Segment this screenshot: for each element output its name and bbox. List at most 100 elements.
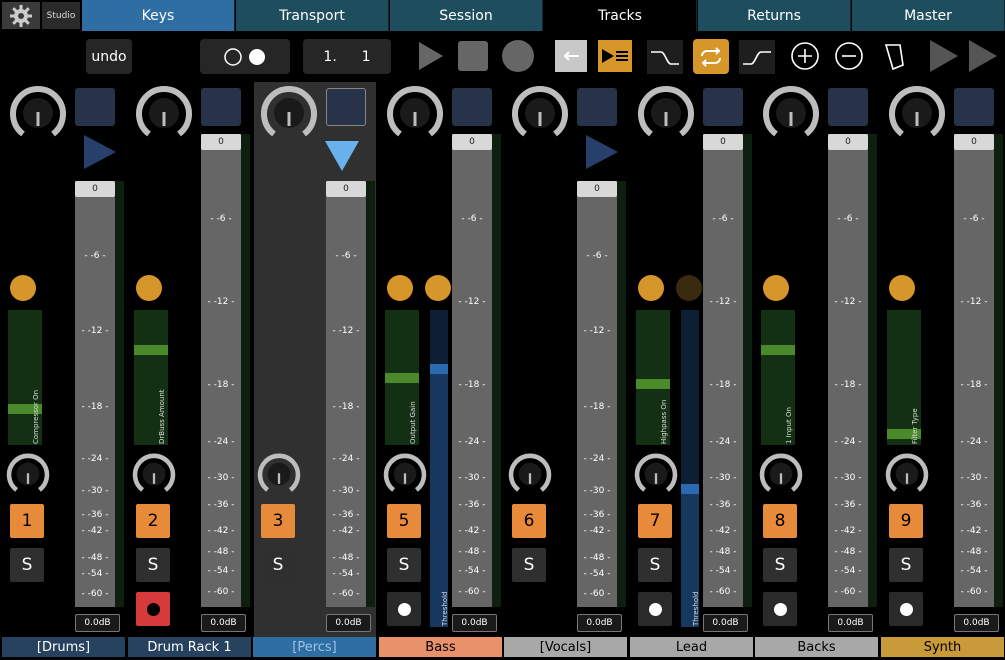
track-6-volume-fader[interactable] xyxy=(577,181,617,607)
track-5-send-knob[interactable] xyxy=(386,84,444,142)
track-6-name-label[interactable]: [Vocals] xyxy=(504,637,627,657)
fade-in-button[interactable] xyxy=(647,40,683,74)
track-1-macro-label: Compressor On xyxy=(32,389,40,444)
settings-button[interactable] xyxy=(2,2,40,29)
track-5-macro2-button[interactable] xyxy=(425,275,451,301)
track-3-pan-knob[interactable] xyxy=(257,452,301,496)
fade-out-button[interactable] xyxy=(739,40,775,74)
track-8-volume-fader[interactable] xyxy=(828,134,868,607)
track-3-clip-slot[interactable] xyxy=(326,88,366,126)
track-6-number-button[interactable]: 6 xyxy=(512,504,546,538)
track-6-pan-knob[interactable] xyxy=(508,452,552,496)
undo-button[interactable]: undo xyxy=(86,39,132,74)
track-7-send-knob[interactable] xyxy=(637,84,695,142)
track-5-number-button[interactable]: 5 xyxy=(387,504,421,538)
track-1-clip-slot[interactable] xyxy=(75,88,115,126)
track-5-macro-button[interactable] xyxy=(387,275,413,301)
next-button-1[interactable] xyxy=(927,39,961,73)
track-2-name-label[interactable]: Drum Rack 1 xyxy=(128,637,251,657)
track-3-name-label[interactable]: [Percs] xyxy=(253,637,376,657)
track-9-arm-button[interactable] xyxy=(889,592,923,626)
track-8-send-knob[interactable] xyxy=(762,84,820,142)
track-6-clip-slot[interactable] xyxy=(577,88,617,126)
stop-button[interactable] xyxy=(456,39,490,73)
song-position[interactable]: 1. 1 xyxy=(303,39,391,74)
zoom-in-button[interactable] xyxy=(788,39,822,73)
track-1-send-knob[interactable] xyxy=(9,84,67,142)
track-1-clip-play-icon[interactable] xyxy=(84,135,116,169)
track-5-name-label[interactable]: Bass xyxy=(379,637,502,657)
track-3-solo-button[interactable]: S xyxy=(261,548,295,582)
track-5-clip-slot[interactable] xyxy=(452,88,492,126)
tab-returns[interactable]: Returns xyxy=(698,0,851,31)
back-to-arrangement-button[interactable] xyxy=(555,40,587,72)
track-2-solo-button[interactable]: S xyxy=(136,548,170,582)
track-7-name-label[interactable]: Lead xyxy=(630,637,753,657)
track-1-pan-knob[interactable] xyxy=(6,452,50,496)
track-7-macro-button[interactable] xyxy=(638,275,664,301)
tab-session[interactable]: Session xyxy=(390,0,543,31)
track-3-send-knob[interactable] xyxy=(260,84,318,142)
track-1-name-label[interactable]: [Drums] xyxy=(2,637,125,657)
track-7-macro2-button[interactable] xyxy=(676,275,702,301)
track-7-volume-fader[interactable] xyxy=(703,134,743,607)
tab-transport[interactable]: Transport xyxy=(236,0,389,31)
track-9-macro-button[interactable] xyxy=(889,275,915,301)
track-1-macro-button[interactable] xyxy=(10,275,36,301)
record-button[interactable] xyxy=(501,39,535,73)
metronome-toggle[interactable] xyxy=(200,39,290,74)
track-8-macro-button[interactable] xyxy=(763,275,789,301)
track-5-threshold-meter[interactable] xyxy=(430,310,448,627)
next-button-2[interactable] xyxy=(966,39,1000,73)
track-7-threshold-meter[interactable] xyxy=(681,310,699,627)
draw-mode-button[interactable] xyxy=(877,39,911,73)
track-6-clip-play-icon[interactable] xyxy=(586,135,618,169)
track-9-solo-button[interactable]: S xyxy=(889,548,923,582)
track-5-solo-button[interactable]: S xyxy=(387,548,421,582)
track-8-name-label[interactable]: Backs xyxy=(755,637,878,657)
track-9-clip-slot[interactable] xyxy=(954,88,994,126)
track-2-arm-button[interactable] xyxy=(136,592,170,626)
track-1-number-button[interactable]: 1 xyxy=(10,504,44,538)
track-2-volume-fader[interactable] xyxy=(201,134,241,607)
track-2-pan-knob[interactable] xyxy=(132,452,176,496)
track-6-solo-button[interactable]: S xyxy=(512,548,546,582)
track-8-arm-button[interactable] xyxy=(763,592,797,626)
tab-tracks[interactable]: Tracks xyxy=(544,0,697,31)
zoom-out-button[interactable] xyxy=(832,39,866,73)
track-1-volume-fader[interactable] xyxy=(75,181,115,607)
track-8-pan-knob[interactable] xyxy=(759,452,803,496)
track-7-number-button[interactable]: 7 xyxy=(638,504,672,538)
track-5-pan-knob[interactable] xyxy=(383,452,427,496)
track-3-volume-fader[interactable] xyxy=(326,181,366,607)
track-8-clip-slot[interactable] xyxy=(828,88,868,126)
gear-icon xyxy=(10,4,32,27)
track-3-number-button[interactable]: 3 xyxy=(261,504,295,538)
track-2-clip-slot[interactable] xyxy=(201,88,241,126)
studio-button[interactable]: Studio xyxy=(42,2,80,29)
track-6-fader-cap: 0 xyxy=(577,181,617,197)
follow-button[interactable] xyxy=(598,40,632,72)
track-7-solo-button[interactable]: S xyxy=(638,548,672,582)
track-8-solo-button[interactable]: S xyxy=(763,548,797,582)
play-button[interactable] xyxy=(413,39,447,73)
track-5-volume-fader[interactable] xyxy=(452,134,492,607)
track-9-name-label[interactable]: Synth xyxy=(881,637,1004,657)
track-7-pan-knob[interactable] xyxy=(634,452,678,496)
track-7-clip-slot[interactable] xyxy=(703,88,743,126)
track-2-macro-button[interactable] xyxy=(136,275,162,301)
track-8-number-button[interactable]: 8 xyxy=(763,504,797,538)
track-6-send-knob[interactable] xyxy=(511,84,569,142)
tab-keys[interactable]: Keys xyxy=(82,0,235,31)
track-2-number-button[interactable]: 2 xyxy=(136,504,170,538)
tab-master[interactable]: Master xyxy=(852,0,1005,31)
track-2-send-knob[interactable] xyxy=(135,84,193,142)
track-9-number-button[interactable]: 9 xyxy=(889,504,923,538)
track-9-send-knob[interactable] xyxy=(888,84,946,142)
track-5-arm-button[interactable] xyxy=(387,592,421,626)
track-7-arm-button[interactable] xyxy=(638,592,672,626)
track-9-volume-fader[interactable] xyxy=(954,134,994,607)
track-1-solo-button[interactable]: S xyxy=(10,548,44,582)
loop-button[interactable] xyxy=(693,39,729,74)
track-9-pan-knob[interactable] xyxy=(885,452,929,496)
